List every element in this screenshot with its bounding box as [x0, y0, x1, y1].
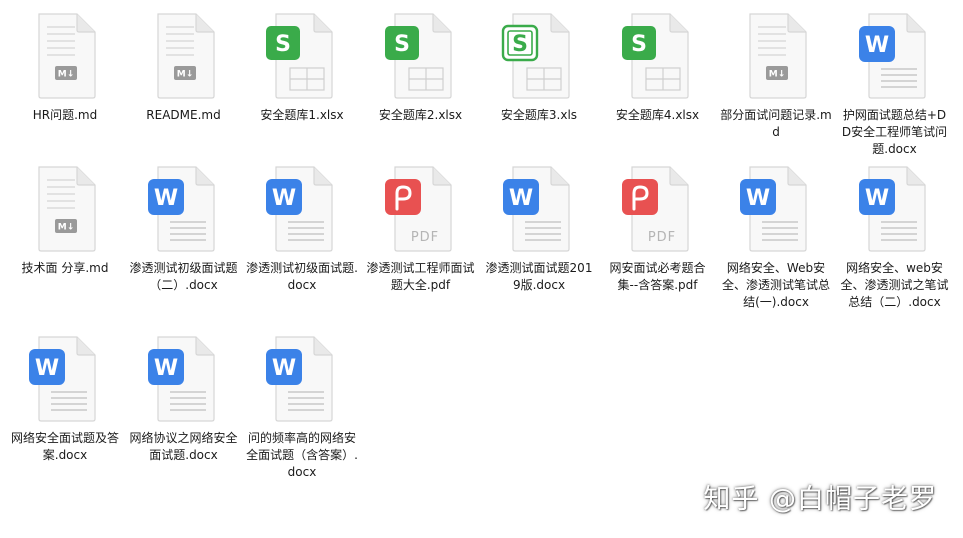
pdf-file-icon: PDF [384, 166, 452, 252]
file-name-label: 安全题库3.xls [500, 108, 578, 122]
file-item[interactable]: W 问的频率高的网络安全面试题（含答案）.docx [243, 335, 361, 481]
file-item[interactable]: S 安全题库3.xls [480, 12, 598, 124]
svg-text:W: W [746, 186, 770, 211]
file-grid: M↓ HR问题.md M↓ README.md S 安全题库1.xlsx S 安全题库2.xl… [0, 0, 963, 538]
word-document-file-icon: W [147, 336, 215, 422]
svg-text:M↓: M↓ [58, 223, 75, 233]
svg-text:W: W [864, 186, 888, 211]
file-item[interactable]: S 安全题库1.xlsx [243, 12, 361, 124]
spreadsheet-file-icon: S [266, 13, 333, 99]
file-item[interactable]: W 网络安全、web安全、渗透测试之笔试总结（二）.docx [836, 165, 954, 311]
word-document-file-icon: W [503, 166, 570, 252]
svg-text:W: W [272, 186, 296, 211]
svg-text:M↓: M↓ [176, 70, 193, 80]
word-document-file-icon: W [147, 166, 215, 252]
svg-text:W: W [509, 186, 533, 211]
file-name-label: 渗透测试初级面试题.docx [246, 261, 358, 292]
file-item[interactable]: W 渗透测试初级面试题（二）.docx [125, 165, 243, 294]
file-name-label: 网络安全、Web安全、渗透测试笔试总结(一).docx [721, 261, 830, 309]
file-item[interactable]: W 渗透测试初级面试题.docx [243, 165, 361, 294]
file-name-label: 渗透测试工程师面试题大全.pdf [366, 261, 475, 292]
file-name-label: 网络安全、web安全、渗透测试之笔试总结（二）.docx [840, 261, 949, 309]
file-item[interactable]: M↓ 部分面试问题记录.md [717, 12, 835, 141]
svg-text:M↓: M↓ [58, 70, 75, 80]
svg-text:S: S [631, 32, 647, 57]
svg-text:PDF: PDF [410, 230, 438, 245]
svg-text:W: W [272, 356, 296, 381]
svg-text:S: S [275, 32, 291, 57]
svg-text:W: W [864, 33, 888, 58]
file-item[interactable]: S 安全题库4.xlsx [599, 12, 717, 124]
file-name-label: 安全题库2.xlsx [378, 108, 463, 122]
file-name-label: 问的频率高的网络安全面试题（含答案）.docx [246, 431, 358, 479]
file-item[interactable]: W 渗透测试面试题2019版.docx [480, 165, 598, 294]
file-name-label: 网络安全面试题及答案.docx [10, 431, 119, 462]
svg-text:W: W [35, 356, 59, 381]
spreadsheet-outline-file-icon: S [501, 13, 570, 99]
file-name-label: 安全题库4.xlsx [615, 108, 700, 122]
word-document-file-icon: W [266, 166, 333, 252]
file-name-label: 技术面 分享.md [21, 261, 109, 275]
word-document-file-icon: W [266, 336, 333, 422]
svg-text:W: W [153, 356, 177, 381]
file-item[interactable]: W 网络协议之网络安全面试题.docx [125, 335, 243, 464]
watermark: 知乎 @白帽子老罗 [703, 484, 937, 515]
file-name-label: 渗透测试初级面试题（二）.docx [129, 261, 238, 292]
word-document-file-icon: W [740, 166, 807, 252]
file-item[interactable]: PDF 渗透测试工程师面试题大全.pdf [362, 165, 480, 294]
file-item[interactable]: M↓ HR问题.md [6, 12, 124, 124]
spreadsheet-file-icon: S [621, 13, 689, 99]
file-name-label: 安全题库1.xlsx [260, 108, 344, 122]
file-item[interactable]: M↓ README.md [125, 12, 243, 124]
word-document-file-icon: W [29, 336, 96, 422]
svg-text:PDF: PDF [647, 230, 675, 245]
pdf-file-icon: PDF [621, 166, 689, 252]
markdown-file-icon: M↓ [38, 166, 96, 252]
file-name-label: 护网面试题总结+DD安全工程师笔试问题.docx [841, 108, 948, 156]
file-name-label: 部分面试问题记录.md [720, 108, 832, 139]
word-document-file-icon: W [858, 13, 926, 99]
file-name-label: HR问题.md [32, 108, 98, 122]
file-item[interactable]: PDF 网安面试必考题合集--含答案.pdf [599, 165, 717, 294]
spreadsheet-file-icon: S [384, 13, 452, 99]
markdown-file-icon: M↓ [156, 13, 215, 99]
file-name-label: 网络协议之网络安全面试题.docx [129, 431, 238, 462]
word-document-file-icon: W [858, 166, 926, 252]
file-name-label: README.md [146, 108, 221, 122]
markdown-file-icon: M↓ [38, 13, 96, 99]
file-item[interactable]: S 安全题库2.xlsx [362, 12, 480, 124]
file-name-label: 渗透测试面试题2019版.docx [485, 261, 593, 292]
svg-text:W: W [153, 186, 177, 211]
file-item[interactable]: W 网络安全面试题及答案.docx [6, 335, 124, 464]
markdown-file-icon: M↓ [749, 13, 807, 99]
svg-text:M↓: M↓ [769, 70, 786, 80]
file-item[interactable]: W 护网面试题总结+DD安全工程师笔试问题.docx [836, 12, 954, 158]
file-name-label: 网安面试必考题合集--含答案.pdf [609, 261, 706, 292]
svg-text:S: S [512, 32, 528, 57]
file-item[interactable]: W 网络安全、Web安全、渗透测试笔试总结(一).docx [717, 165, 835, 311]
file-item[interactable]: M↓ 技术面 分享.md [6, 165, 124, 277]
svg-text:S: S [394, 32, 410, 57]
